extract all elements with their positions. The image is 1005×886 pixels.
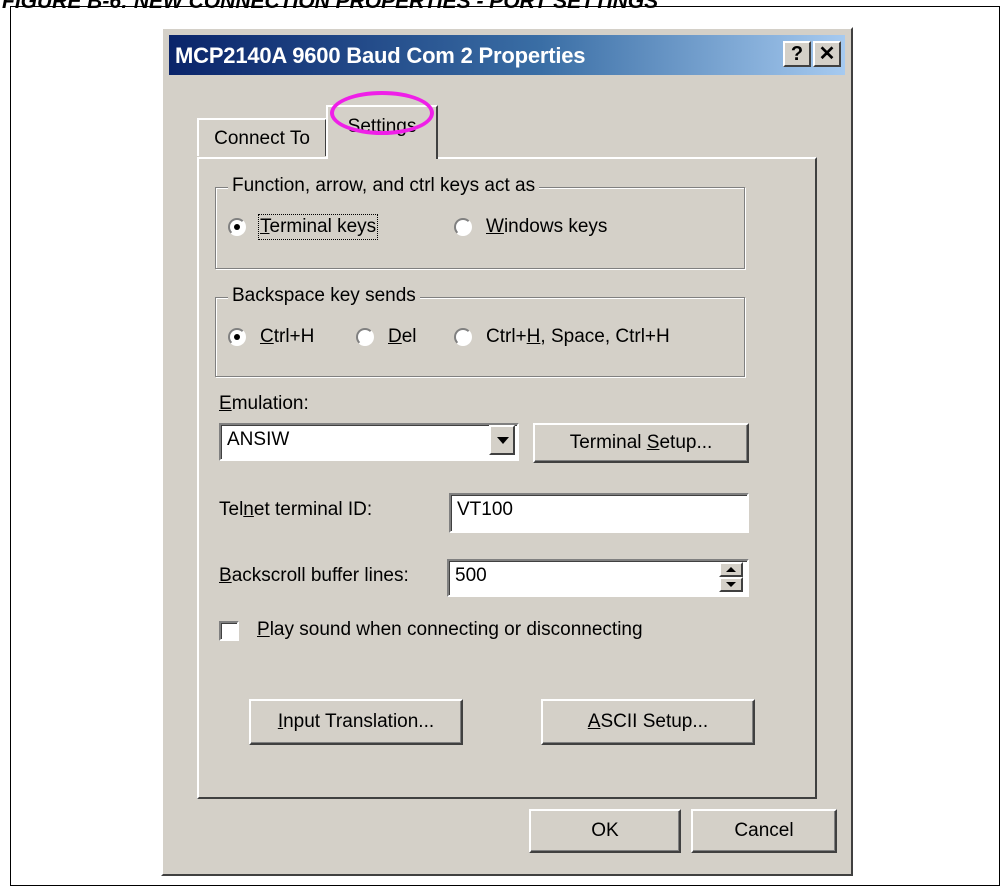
radio-ctrl-h-space[interactable]: Ctrl+H, Space, Ctrl+H xyxy=(454,326,670,348)
telnet-id-input[interactable]: VT100 xyxy=(449,493,749,533)
backscroll-input[interactable]: 500 xyxy=(447,559,749,597)
cancel-button[interactable]: Cancel xyxy=(691,809,837,853)
backspace-group: Backspace key sends Ctrl+H Del Ctrl+H, S… xyxy=(215,285,745,377)
radio-dot-del[interactable] xyxy=(356,328,374,346)
radio-label-windows-keys: Windows keys xyxy=(486,216,608,237)
keys-group: Function, arrow, and ctrl keys act as Te… xyxy=(215,175,745,269)
spin-up-icon[interactable] xyxy=(719,562,743,577)
properties-dialog: MCP2140A 9600 Baud Com 2 Properties ? ✕ … xyxy=(161,27,853,876)
emulation-select[interactable]: ANSIW xyxy=(219,423,519,461)
tab-connect-to[interactable]: Connect To xyxy=(197,118,327,156)
emulation-label: Emulation: xyxy=(219,393,309,414)
radio-label-del: Del xyxy=(388,326,417,347)
telnet-id-value: VT100 xyxy=(457,499,513,520)
spin-down-icon[interactable] xyxy=(719,577,743,592)
radio-dot-ctrl-h[interactable] xyxy=(228,328,246,346)
radio-label-ctrl-h-space: Ctrl+H, Space, Ctrl+H xyxy=(486,326,670,347)
close-button[interactable]: ✕ xyxy=(813,41,841,67)
radio-dot-terminal-keys[interactable] xyxy=(228,218,246,236)
radio-label-terminal-keys: Terminal keys xyxy=(257,214,379,240)
highlight-circle xyxy=(330,91,434,135)
radio-label-ctrl-h: Ctrl+H xyxy=(260,326,315,347)
keys-group-label: Function, arrow, and ctrl keys act as xyxy=(228,175,540,197)
radio-windows-keys[interactable]: Windows keys xyxy=(454,216,607,238)
radio-del[interactable]: Del xyxy=(356,326,417,348)
title-bar[interactable]: MCP2140A 9600 Baud Com 2 Properties ? ✕ xyxy=(169,35,845,75)
help-button[interactable]: ? xyxy=(783,41,811,67)
emulation-value: ANSIW xyxy=(227,429,290,450)
chevron-down-icon[interactable] xyxy=(489,425,515,455)
ok-button[interactable]: OK xyxy=(529,809,681,853)
dialog-title: MCP2140A 9600 Baud Com 2 Properties xyxy=(175,43,586,68)
quantity-stepper[interactable] xyxy=(719,562,743,592)
radio-dot-windows-keys[interactable] xyxy=(454,218,472,236)
play-sound-label: Play sound when connecting or disconnect… xyxy=(257,619,643,640)
radio-ctrl-h[interactable]: Ctrl+H xyxy=(228,326,314,348)
input-translation-button[interactable]: Input Translation... xyxy=(249,699,463,745)
terminal-setup-button[interactable]: Terminal Setup... xyxy=(533,423,749,463)
radio-terminal-keys[interactable]: Terminal keys xyxy=(228,214,379,240)
backspace-group-label: Backspace key sends xyxy=(228,285,420,307)
radio-dot-ctrl-h-space[interactable] xyxy=(454,328,472,346)
play-sound-checkbox[interactable] xyxy=(219,621,239,641)
ascii-setup-button[interactable]: ASCII Setup... xyxy=(541,699,755,745)
telnet-label: Telnet terminal ID: xyxy=(219,499,373,520)
backscroll-label: Backscroll buffer lines: xyxy=(219,565,409,586)
settings-panel: Function, arrow, and ctrl keys act as Te… xyxy=(197,157,817,799)
backscroll-value: 500 xyxy=(455,565,487,586)
